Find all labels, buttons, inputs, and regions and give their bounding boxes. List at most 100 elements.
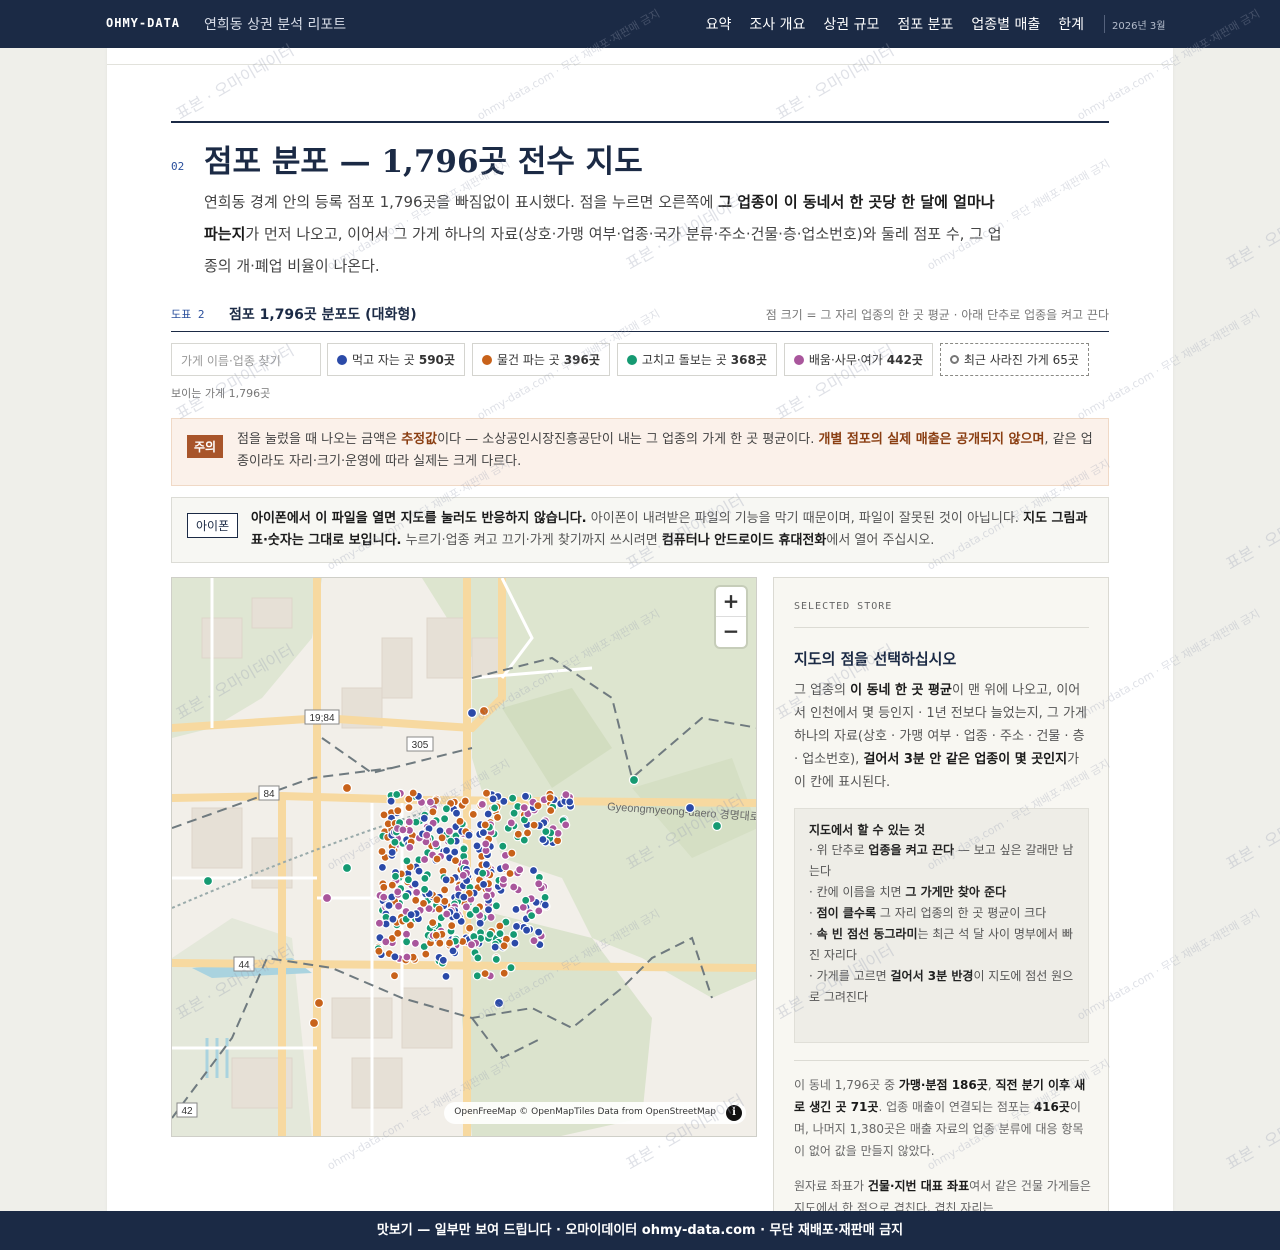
store-point[interactable] — [495, 921, 505, 931]
nav-link-limitations[interactable]: 한계 — [1058, 14, 1084, 34]
store-point[interactable] — [540, 900, 550, 910]
store-point[interactable] — [392, 789, 402, 800]
store-point[interactable] — [428, 807, 438, 817]
store-point[interactable] — [404, 803, 414, 813]
store-point[interactable] — [478, 868, 488, 878]
store-point[interactable] — [534, 927, 544, 937]
store-point[interactable] — [479, 879, 489, 889]
store-point[interactable] — [545, 793, 555, 803]
store-point[interactable] — [308, 1017, 320, 1029]
store-point[interactable] — [480, 820, 490, 830]
store-point[interactable] — [441, 804, 451, 814]
store-point[interactable] — [450, 847, 460, 857]
store-point[interactable] — [387, 847, 397, 857]
store-point[interactable] — [528, 865, 539, 876]
store-point[interactable] — [420, 854, 430, 865]
store-point[interactable] — [472, 841, 482, 851]
store-point[interactable] — [441, 845, 452, 856]
store-point[interactable] — [483, 905, 494, 915]
store-point[interactable] — [481, 788, 492, 798]
store-point[interactable] — [437, 833, 447, 843]
store-point[interactable] — [459, 892, 469, 902]
store-search-input[interactable]: 가게 이름·업종 찾기 — [171, 343, 321, 376]
store-point[interactable] — [420, 873, 430, 883]
store-point[interactable] — [434, 904, 444, 914]
store-point[interactable] — [510, 938, 520, 948]
store-point[interactable] — [466, 707, 478, 719]
store-point[interactable] — [374, 946, 384, 956]
store-point[interactable] — [684, 802, 696, 814]
store-point[interactable] — [540, 892, 550, 902]
store-point[interactable] — [485, 929, 495, 939]
store-point[interactable] — [431, 839, 441, 849]
store-point[interactable] — [379, 892, 389, 902]
store-point[interactable] — [493, 997, 505, 1009]
store-point[interactable] — [398, 825, 408, 835]
store-point[interactable] — [401, 929, 412, 939]
store-point[interactable] — [498, 874, 509, 884]
store-point[interactable] — [432, 854, 442, 864]
store-point[interactable] — [466, 940, 477, 950]
store-point[interactable] — [412, 887, 422, 897]
store-point[interactable] — [444, 826, 454, 836]
store-point[interactable] — [432, 895, 442, 905]
store-point[interactable] — [553, 828, 563, 838]
nav-link-sales-by-industry[interactable]: 업종별 매출 — [971, 14, 1040, 34]
store-point[interactable] — [341, 782, 353, 794]
store-point[interactable] — [381, 937, 391, 947]
store-point[interactable] — [455, 816, 465, 826]
store-point[interactable] — [384, 900, 394, 911]
store-point[interactable] — [508, 793, 518, 803]
store-point[interactable] — [480, 969, 490, 979]
store-point[interactable] — [458, 870, 468, 880]
nav-link-market-size[interactable]: 상권 규모 — [823, 14, 879, 34]
store-point[interactable] — [483, 809, 493, 819]
store-point[interactable] — [464, 830, 474, 840]
store-point[interactable] — [478, 705, 490, 717]
store-point[interactable] — [473, 953, 483, 963]
store-point[interactable] — [628, 774, 640, 786]
store-point[interactable] — [529, 936, 539, 946]
store-point[interactable] — [481, 839, 491, 849]
attribution-text[interactable]: OpenFreeMap © OpenMapTiles Data from Ope… — [454, 1107, 716, 1117]
store-point[interactable] — [414, 866, 424, 876]
store-point[interactable] — [509, 882, 519, 892]
store-point[interactable] — [389, 971, 400, 981]
store-point[interactable] — [519, 803, 529, 813]
store-point[interactable] — [402, 856, 412, 866]
store-point[interactable] — [711, 820, 723, 832]
store-point[interactable] — [519, 835, 529, 845]
store-map[interactable]: Gyeongmyeong-daero 경명대로 19;84 305 84 44 … — [171, 577, 757, 1137]
store-point[interactable] — [490, 803, 500, 813]
store-point[interactable] — [492, 812, 503, 822]
store-point[interactable] — [406, 910, 416, 920]
store-point[interactable] — [491, 901, 501, 911]
store-point[interactable] — [377, 862, 387, 872]
filter-repair-care-button[interactable]: 고치고 돌보는 곳 368곳 — [616, 343, 777, 376]
store-point[interactable] — [499, 941, 509, 951]
map-attribution[interactable]: OpenFreeMap © OpenMapTiles Data from Ope… — [444, 1102, 746, 1124]
store-point[interactable] — [468, 809, 478, 819]
store-point[interactable] — [477, 799, 487, 809]
store-point[interactable] — [379, 810, 389, 820]
store-point[interactable] — [506, 818, 516, 828]
store-point[interactable] — [313, 997, 325, 1009]
nav-link-store-distribution[interactable]: 점포 분포 — [897, 14, 953, 34]
store-point[interactable] — [446, 836, 456, 846]
map-canvas[interactable]: Gyeongmyeong-daero 경명대로 19;84 305 84 44 … — [172, 578, 757, 1137]
store-point[interactable] — [410, 938, 420, 948]
store-point[interactable] — [481, 859, 491, 870]
store-point[interactable] — [402, 952, 412, 962]
store-point[interactable] — [521, 895, 531, 905]
store-point[interactable] — [393, 806, 403, 816]
filter-learning-office-leisure-button[interactable]: 배움·사무·여가 442곳 — [783, 343, 933, 376]
store-point[interactable] — [499, 968, 509, 978]
filter-closed-stores-button[interactable]: 최근 사라진 가게 65곳 — [939, 343, 1089, 376]
store-point[interactable] — [401, 891, 411, 901]
store-point[interactable] — [374, 918, 384, 928]
store-point[interactable] — [459, 844, 469, 854]
store-point[interactable] — [377, 846, 387, 857]
store-point[interactable] — [441, 875, 451, 885]
store-point[interactable] — [506, 963, 516, 973]
store-point[interactable] — [440, 885, 450, 895]
